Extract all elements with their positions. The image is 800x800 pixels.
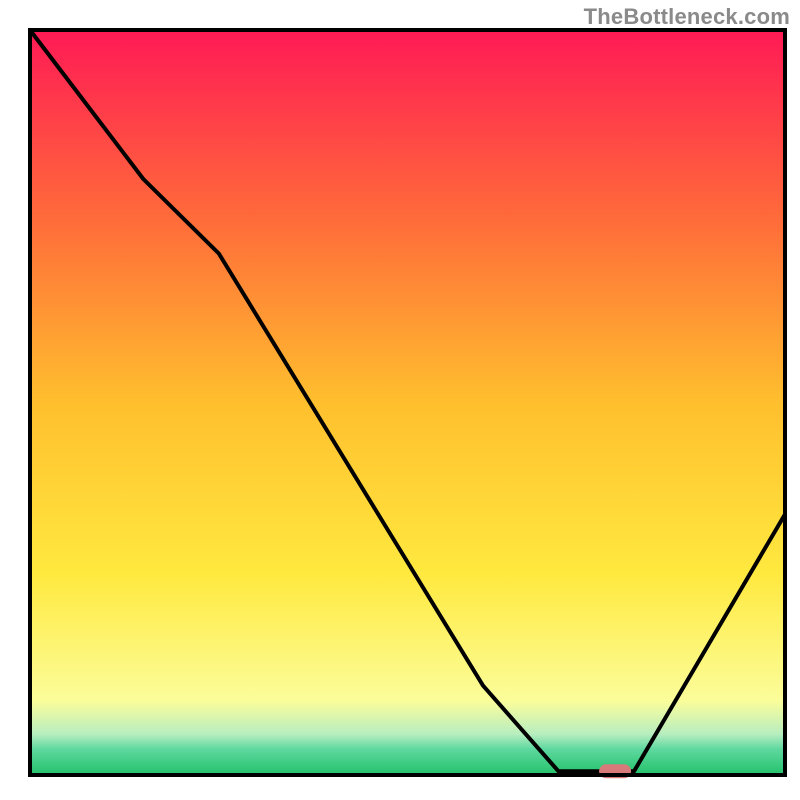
chart-background-gradient	[30, 30, 785, 775]
bottleneck-chart	[0, 0, 800, 800]
